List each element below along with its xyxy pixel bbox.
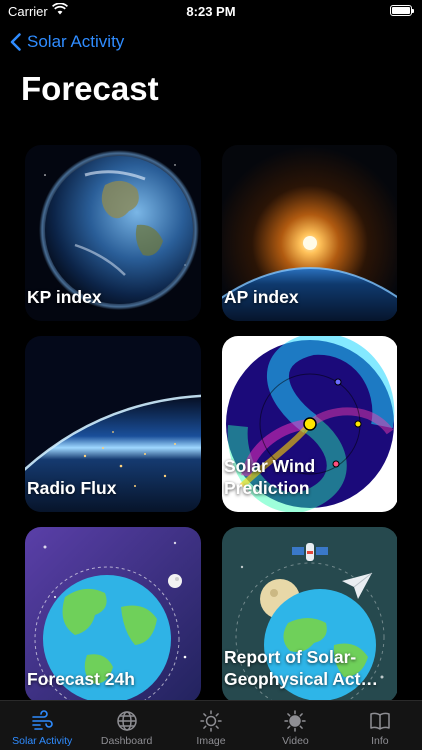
tab-dashboard-label: Dashboard [100,735,153,747]
battery-icon [390,5,414,16]
sun-outline-icon [200,710,222,732]
sun-filled-icon [284,710,307,732]
ap-index-card[interactable]: AP index [222,145,397,321]
tab-info-label: Info [371,735,389,747]
back-button-label: Solar Activity [27,32,125,51]
tab-dashboard[interactable]: Dashboard [84,701,168,750]
ap-index-card-label: AP index [224,287,299,308]
radio-flux-card[interactable]: Radio Flux [25,336,201,512]
solar-wind-prediction-card[interactable]: Solar Wind Prediction [222,336,397,512]
tab-solar-activity[interactable]: Solar Activity [0,701,84,750]
book-icon [370,712,390,730]
forecast-grid: KP index AP index Radio Flux Solar Wind … [25,145,397,700]
tab-image-label: Image [196,735,226,747]
tab-image[interactable]: Image [169,701,253,750]
back-button[interactable]: Solar Activity [10,32,124,52]
forecast-24h-card[interactable]: Forecast 24h [25,527,201,700]
tab-video-label: Video [282,735,309,747]
report-solar-geophysical-activity-card-label: Report of Solar- Geophysical Act… [224,646,378,690]
tab-bar: Solar Activity Dashboard Image Video Inf… [0,700,422,750]
report-solar-geophysical-activity-card[interactable]: Report of Solar- Geophysical Act… [222,527,397,700]
forecast-24h-card-label: Forecast 24h [27,669,135,690]
kp-index-card-label: KP index [27,287,102,308]
wind-icon [32,710,53,730]
globe-icon [116,711,137,731]
page-title: Forecast [21,70,159,107]
tab-info[interactable]: Info [338,701,422,750]
solar-wind-prediction-card-label: Solar Wind Prediction [224,455,316,499]
tab-solar-activity-label: Solar Activity [12,735,73,747]
tab-video[interactable]: Video [253,701,337,750]
kp-index-card[interactable]: KP index [25,145,201,321]
status-bar: Carrier 8:23 PM [0,0,422,24]
chevron-left-icon [10,33,21,51]
radio-flux-card-label: Radio Flux [27,478,117,499]
status-time: 8:23 PM [186,4,236,19]
